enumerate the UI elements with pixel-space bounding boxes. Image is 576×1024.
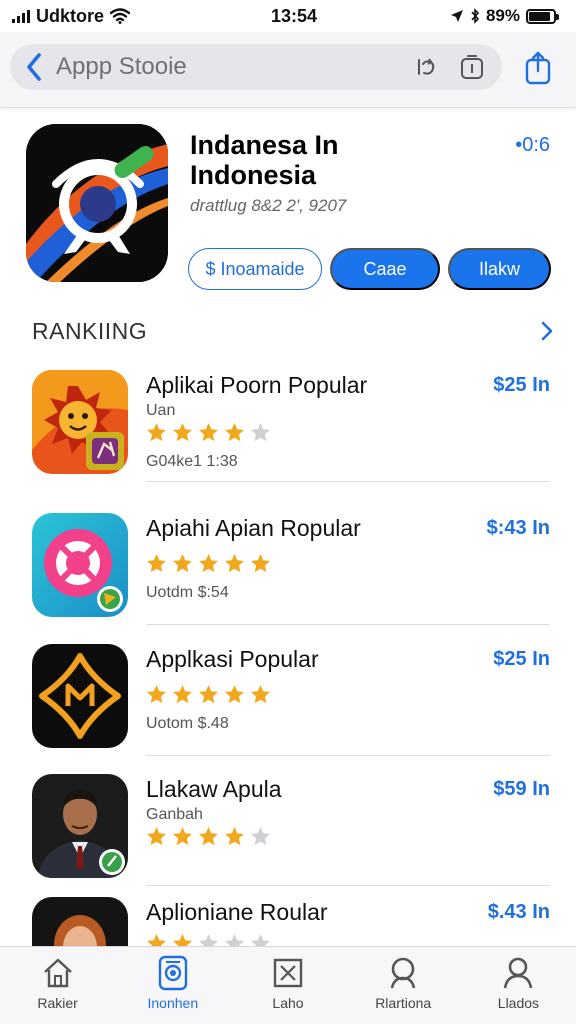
wifi-icon: [110, 8, 131, 24]
item-meta: Uotdm $:54: [146, 584, 229, 601]
app-thumb-person: [32, 774, 128, 878]
list-item[interactable]: Aplikai Poorn Popular Uan G04ke1 1:38 $2…: [0, 352, 576, 482]
status-time: 13:54: [270, 5, 318, 26]
list-item[interactable]: Llakaw Apula Ganbah $59 In: [0, 756, 576, 886]
app-thumb-pink: [32, 513, 128, 617]
item-price[interactable]: $59 In: [493, 778, 550, 801]
ranking-title: RANKIING: [32, 318, 148, 344]
share-icon[interactable]: [520, 48, 556, 88]
status-bar: Udktore 13:54 89%: [0, 0, 576, 32]
star-filled-icon: [199, 554, 218, 573]
primary-button-1[interactable]: Caae: [330, 248, 440, 290]
back-chevron-icon[interactable]: [14, 52, 54, 82]
chevron-right-icon[interactable]: [540, 320, 554, 342]
star-filled-icon: [251, 685, 270, 704]
box-icon: [272, 955, 304, 991]
item-subtitle: Uan: [146, 402, 176, 419]
tab-label: Llados: [497, 995, 540, 1011]
home-icon: [41, 955, 75, 991]
item-name: Llakaw Apula: [146, 776, 282, 802]
app-thumb-sun: [32, 370, 128, 474]
location-arrow-icon: [450, 10, 463, 22]
star-rating: [146, 553, 271, 574]
star-filled-icon: [147, 554, 166, 573]
app-title-line2: Indonesia: [190, 160, 317, 190]
star-rating: [146, 826, 271, 847]
tab-inonhen[interactable]: Inonhen: [115, 947, 230, 1024]
item-meta: Uotom $.48: [146, 715, 229, 732]
star-filled-icon: [147, 827, 166, 846]
item-price[interactable]: $:43 In: [487, 517, 550, 540]
app-meta: drattlug 8&2 2', 9207: [190, 196, 347, 215]
tab-rakier[interactable]: Rakier: [0, 947, 115, 1024]
person-icon: [501, 955, 535, 991]
tab-rlartiona[interactable]: Rlartiona: [346, 947, 461, 1024]
app-thumb-m: [32, 644, 128, 748]
bluetooth-icon: [471, 8, 480, 24]
status-left: Udktore: [12, 6, 212, 27]
status-right: 89%: [356, 6, 559, 26]
app-size: •0:6: [515, 134, 550, 156]
list-item[interactable]: Apiahi Apian Ropular Uotdm $:54 $:43 In: [0, 495, 576, 625]
row-divider: [146, 624, 550, 625]
item-name: Applkasi Popular: [146, 646, 319, 672]
outline-button[interactable]: $ Inoamaide: [188, 248, 322, 290]
star-rating: [146, 684, 271, 705]
carrier-label: Udktore: [36, 5, 105, 26]
camera-icon: [158, 955, 188, 991]
star-filled-icon: [173, 827, 192, 846]
item-price[interactable]: $25 In: [493, 648, 550, 671]
star-filled-icon: [199, 827, 218, 846]
star-filled-icon: [225, 554, 244, 573]
tab-laho[interactable]: Laho: [230, 947, 345, 1024]
star-rating: [146, 422, 271, 443]
nav-header: Appp Stooie: [0, 32, 576, 108]
tab-label: Laho: [272, 995, 304, 1011]
star-filled-icon: [199, 685, 218, 704]
star-filled-icon: [173, 554, 192, 573]
tab-bar: Rakier Inonhen Laho Rlartiona Llados: [0, 946, 576, 1024]
star-filled-icon: [173, 423, 192, 442]
app-title-line1: Indanesa In: [190, 130, 339, 160]
star-filled-icon: [199, 423, 218, 442]
item-name: Aplioniane Roular: [146, 899, 328, 925]
signal-icon: [12, 9, 30, 23]
tab-label: Rlartiona: [375, 995, 432, 1011]
star-filled-icon: [225, 685, 244, 704]
tab-label: Rakier: [37, 995, 78, 1011]
tab-label: Inonhen: [147, 995, 199, 1011]
item-name: Apiahi Apian Ropular: [146, 515, 361, 541]
search-bar[interactable]: Appp Stooie: [10, 44, 502, 90]
star-filled-icon: [225, 827, 244, 846]
copy-icon[interactable]: [456, 51, 488, 83]
tab-llados[interactable]: Llados: [461, 947, 576, 1024]
search-title: Appp Stooie: [56, 53, 187, 80]
star-filled-icon: [225, 423, 244, 442]
app-header: Indanesa In Indonesia drattlug 8&2 2', 9…: [0, 108, 576, 308]
ranking-header[interactable]: RANKIING: [0, 312, 576, 352]
app-title: Indanesa In Indonesia: [190, 130, 490, 190]
action-buttons: $ Inoamaide Caae Ilakw: [188, 248, 551, 290]
app-icon[interactable]: [26, 124, 168, 282]
item-price[interactable]: $25 In: [493, 374, 550, 397]
item-meta: G04ke1 1:38: [146, 453, 238, 470]
item-price[interactable]: $.43 In: [488, 901, 550, 924]
star-filled-icon: [251, 554, 270, 573]
search-icon: [386, 955, 420, 991]
item-subtitle: Ganbah: [146, 806, 203, 823]
battery-icon: [526, 8, 559, 24]
row-divider: [146, 481, 550, 482]
star-filled-icon: [147, 685, 166, 704]
battery-percent: 89%: [485, 6, 520, 25]
star-empty-icon: [251, 423, 270, 442]
star-filled-icon: [147, 423, 166, 442]
item-name: Aplikai Poorn Popular: [146, 372, 368, 398]
star-filled-icon: [173, 685, 192, 704]
primary-button-2[interactable]: Ilakw: [448, 248, 551, 290]
star-empty-icon: [251, 827, 270, 846]
list-item[interactable]: Applkasi Popular Uotom $.48 $25 In: [0, 626, 576, 756]
refresh-icon[interactable]: [410, 51, 442, 83]
